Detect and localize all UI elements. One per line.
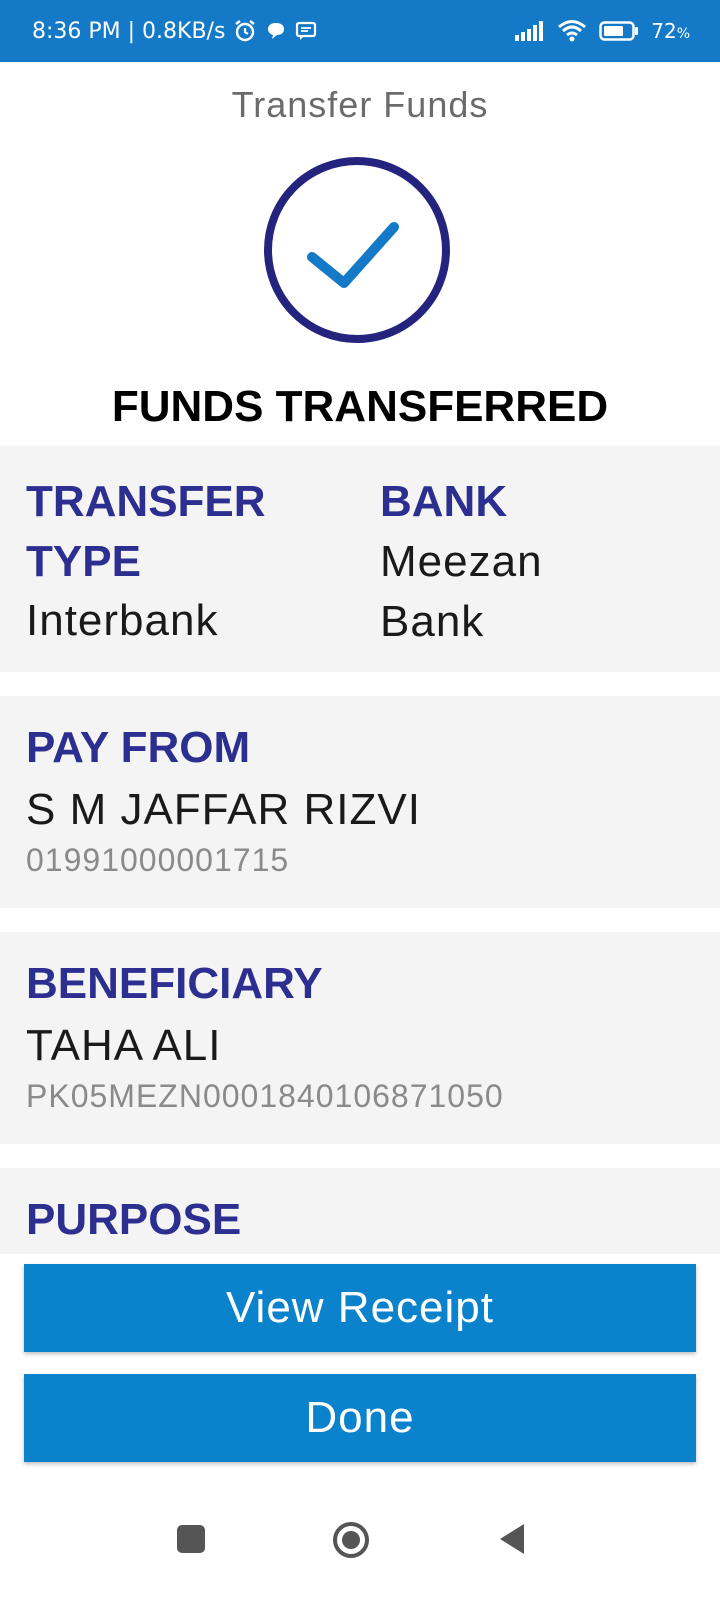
success-headline: FUNDS TRANSFERRED: [111, 382, 609, 431]
done-button[interactable]: Done: [24, 1374, 696, 1462]
view-receipt-button[interactable]: View Receipt: [24, 1264, 696, 1352]
bank-value: Meezan Bank: [380, 537, 543, 646]
bank-label: BANK: [380, 477, 508, 526]
beneficiary-card: BENEFICIARY TAHA ALI PK05MEZN00018401068…: [0, 932, 720, 1144]
home-icon[interactable]: [332, 1521, 370, 1564]
chat-bubble-icon: [265, 20, 287, 42]
status-right: 72%: [515, 0, 690, 62]
purpose-label: PURPOSE: [26, 1195, 242, 1244]
purpose-card: PURPOSE: [0, 1168, 720, 1254]
check-circle-icon: [264, 157, 450, 348]
pay-from-card: PAY FROM S M JAFFAR RIZVI 01991000001715: [0, 696, 720, 908]
transfer-details-card: TRANSFER TYPE Interbank BANK Meezan Bank: [0, 446, 720, 672]
pay-from-name: S M JAFFAR RIZVI: [26, 785, 421, 834]
status-time: 8:36 PM | 0.8KB/s: [32, 18, 226, 44]
beneficiary-iban: PK05MEZN0001840106871050: [26, 1078, 504, 1114]
wifi-icon: [557, 19, 587, 43]
message-icon: [295, 20, 317, 42]
beneficiary-name: TAHA ALI: [26, 1021, 222, 1070]
transfer-type-label: TRANSFER TYPE: [26, 477, 266, 586]
back-icon[interactable]: [498, 1522, 526, 1561]
alarm-icon: [233, 19, 257, 43]
pay-from-label: PAY FROM: [26, 723, 251, 772]
beneficiary-label: BENEFICIARY: [26, 959, 323, 1008]
status-left: 8:36 PM | 0.8KB/s: [32, 0, 317, 62]
status-bar: 8:36 PM | 0.8KB/s 72%: [0, 0, 720, 62]
battery-percent: 72%: [651, 19, 690, 43]
battery-icon: [599, 20, 639, 42]
page-title: Transfer Funds: [231, 84, 489, 125]
signal-icon: [515, 21, 545, 41]
transfer-type-value: Interbank: [26, 596, 219, 645]
recents-icon[interactable]: [176, 1524, 206, 1559]
navigation-bar: [0, 1484, 720, 1600]
pay-from-account: 01991000001715: [26, 842, 290, 878]
